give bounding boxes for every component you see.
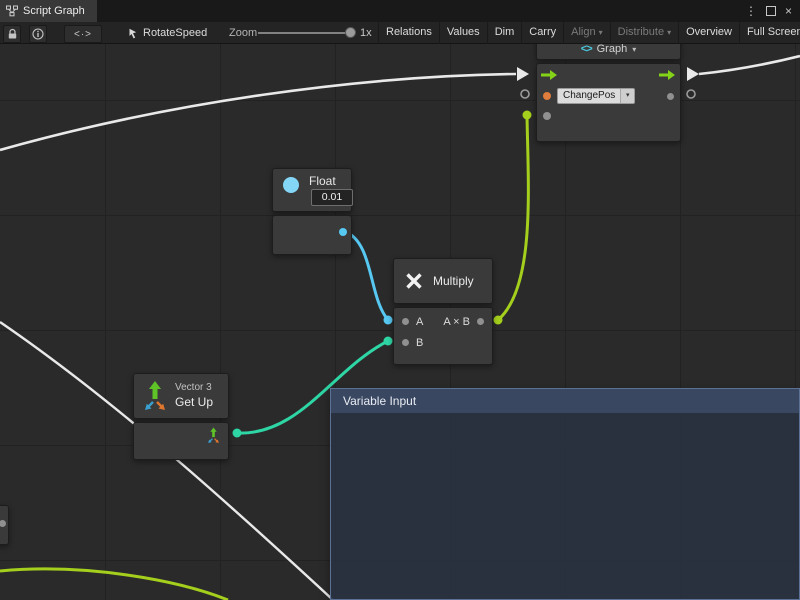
value-port-ring-right[interactable] — [687, 90, 695, 98]
vector3-icon — [142, 380, 168, 412]
zoom-label: Zoom — [229, 22, 257, 44]
carry-button[interactable]: Carry — [521, 22, 563, 44]
multiply-node-header: Multiply — [393, 258, 493, 304]
vector3-type-label: Vector 3 — [175, 382, 213, 395]
wire-flow-in[interactable] — [0, 74, 516, 150]
graph-toolbar: <·> RotateSpeed Zoom 1x Relations Values… — [0, 22, 800, 44]
wire-endpoint[interactable] — [384, 337, 393, 346]
flow-port-row — [537, 64, 680, 86]
value-port-gray[interactable] — [543, 112, 551, 120]
wire-bottom-left[interactable] — [0, 569, 228, 600]
float-type-icon — [283, 177, 299, 193]
align-button[interactable]: Align▾ — [563, 22, 609, 44]
lock-icon — [7, 28, 18, 40]
flow-out-arrow-icon[interactable] — [659, 69, 676, 81]
wire-endpoint[interactable] — [233, 429, 242, 438]
chevron-down-icon: ▾ — [667, 28, 671, 37]
wire-multiply-to-graph[interactable] — [498, 115, 528, 320]
wire-endpoint[interactable] — [384, 316, 393, 325]
variable-input-group[interactable]: Variable Input — [330, 388, 800, 600]
input-port-row — [537, 106, 680, 126]
graph-unit-body: ChangePos ▾ — [536, 63, 681, 142]
graph-unit-title: Graph — [597, 44, 628, 55]
flow-arrowhead-right — [687, 67, 699, 81]
input-port-a[interactable] — [402, 318, 409, 325]
multiply-icon — [404, 271, 424, 291]
vector3-node-body — [133, 422, 229, 460]
multiply-node-body: A A × B B — [393, 307, 493, 365]
unit-cursor-icon — [128, 28, 138, 39]
zoom-value: 1x — [360, 22, 372, 44]
relations-button[interactable]: Relations — [378, 22, 439, 44]
maximize-icon[interactable] — [766, 6, 776, 16]
port-row-b: B — [394, 332, 492, 353]
group-title-bar[interactable]: Variable Input — [331, 389, 799, 413]
port-a-label: A — [416, 316, 423, 328]
values-button[interactable]: Values — [439, 22, 487, 44]
flow-arrowhead-left — [517, 67, 529, 81]
wire-endpoint[interactable] — [523, 111, 532, 120]
chevron-down-icon: ▾ — [620, 89, 634, 103]
vector3-node-title: Get Up — [175, 395, 213, 410]
info-icon — [32, 28, 44, 40]
lock-button[interactable] — [3, 25, 21, 43]
float-node-body — [272, 215, 352, 255]
float-output-port[interactable] — [339, 228, 347, 236]
port-row-a: A A × B — [394, 311, 492, 332]
flow-in-arrow-icon[interactable] — [541, 69, 558, 81]
multiply-node[interactable]: Multiply A A × B B — [393, 258, 493, 365]
changepos-port-row: ChangePos ▾ — [537, 86, 680, 106]
wire-endpoint[interactable] — [494, 316, 503, 325]
angle-brackets-icon: <·> — [74, 29, 92, 40]
window-controls: ⋮ × — [745, 0, 800, 22]
chevron-down-icon: ▾ — [599, 28, 603, 37]
dim-button[interactable]: Dim — [487, 22, 522, 44]
connections-button[interactable]: <·> — [64, 25, 102, 43]
full-screen-button[interactable]: Full Screen — [739, 22, 800, 44]
tab-title: Script Graph — [23, 5, 85, 17]
value-port-gray[interactable] — [0, 520, 6, 527]
distribute-button[interactable]: Distribute▾ — [610, 22, 678, 44]
changepos-dropdown-value: ChangePos — [558, 89, 620, 103]
vector3-getup-node[interactable]: Vector 3 Get Up — [133, 373, 229, 460]
port-out-label: A × B — [443, 316, 470, 328]
graph-unit-icon: <> — [581, 44, 592, 55]
multiply-node-title: Multiply — [433, 274, 474, 288]
graph-name: RotateSpeed — [143, 27, 207, 39]
float-value-field[interactable]: 0.01 — [311, 189, 353, 206]
graph-breadcrumb[interactable]: RotateSpeed — [128, 22, 207, 44]
inspect-button[interactable] — [29, 25, 47, 43]
graph-unit-node[interactable]: <> Graph ▾ ChangePos ▾ — [536, 44, 681, 142]
vector3-node-header: Vector 3 Get Up — [133, 373, 229, 419]
graph-unit-header[interactable]: <> Graph ▾ — [536, 44, 681, 60]
kebab-menu-icon[interactable]: ⋮ — [745, 4, 757, 18]
close-icon[interactable]: × — [785, 4, 792, 18]
overview-button[interactable]: Overview — [678, 22, 739, 44]
port-b-label: B — [416, 337, 423, 349]
graph-canvas[interactable]: <> Graph ▾ ChangePos ▾ — [0, 44, 800, 600]
input-port-b[interactable] — [402, 339, 409, 346]
float-node-header: Float 0.01 — [272, 168, 352, 212]
tab-script-graph[interactable]: Script Graph — [0, 0, 97, 22]
chevron-down-icon: ▾ — [632, 45, 636, 54]
wire-diagonal[interactable] — [0, 322, 333, 600]
group-body — [331, 413, 799, 599]
value-port-ring-left[interactable] — [521, 90, 529, 98]
value-port-gray[interactable] — [667, 93, 674, 100]
zoom-slider-track[interactable] — [258, 32, 352, 34]
float-node-title: Float — [309, 174, 336, 188]
output-port[interactable] — [477, 318, 484, 325]
vector3-output-port[interactable] — [206, 427, 221, 444]
value-port-orange[interactable] — [543, 92, 551, 100]
wire-flow-out[interactable] — [699, 56, 800, 74]
toolbar-buttons: Relations Values Dim Carry Align▾ Distri… — [378, 22, 800, 44]
zoom-slider-handle[interactable] — [345, 27, 356, 38]
tab-bar: Script Graph ⋮ × — [0, 0, 800, 22]
changepos-dropdown[interactable]: ChangePos ▾ — [557, 88, 635, 104]
float-node[interactable]: Float 0.01 — [272, 168, 352, 255]
script-graph-icon — [6, 5, 18, 17]
clipped-node[interactable] — [0, 505, 9, 545]
unity-script-graph-window: Script Graph ⋮ × <·> — [0, 0, 800, 600]
